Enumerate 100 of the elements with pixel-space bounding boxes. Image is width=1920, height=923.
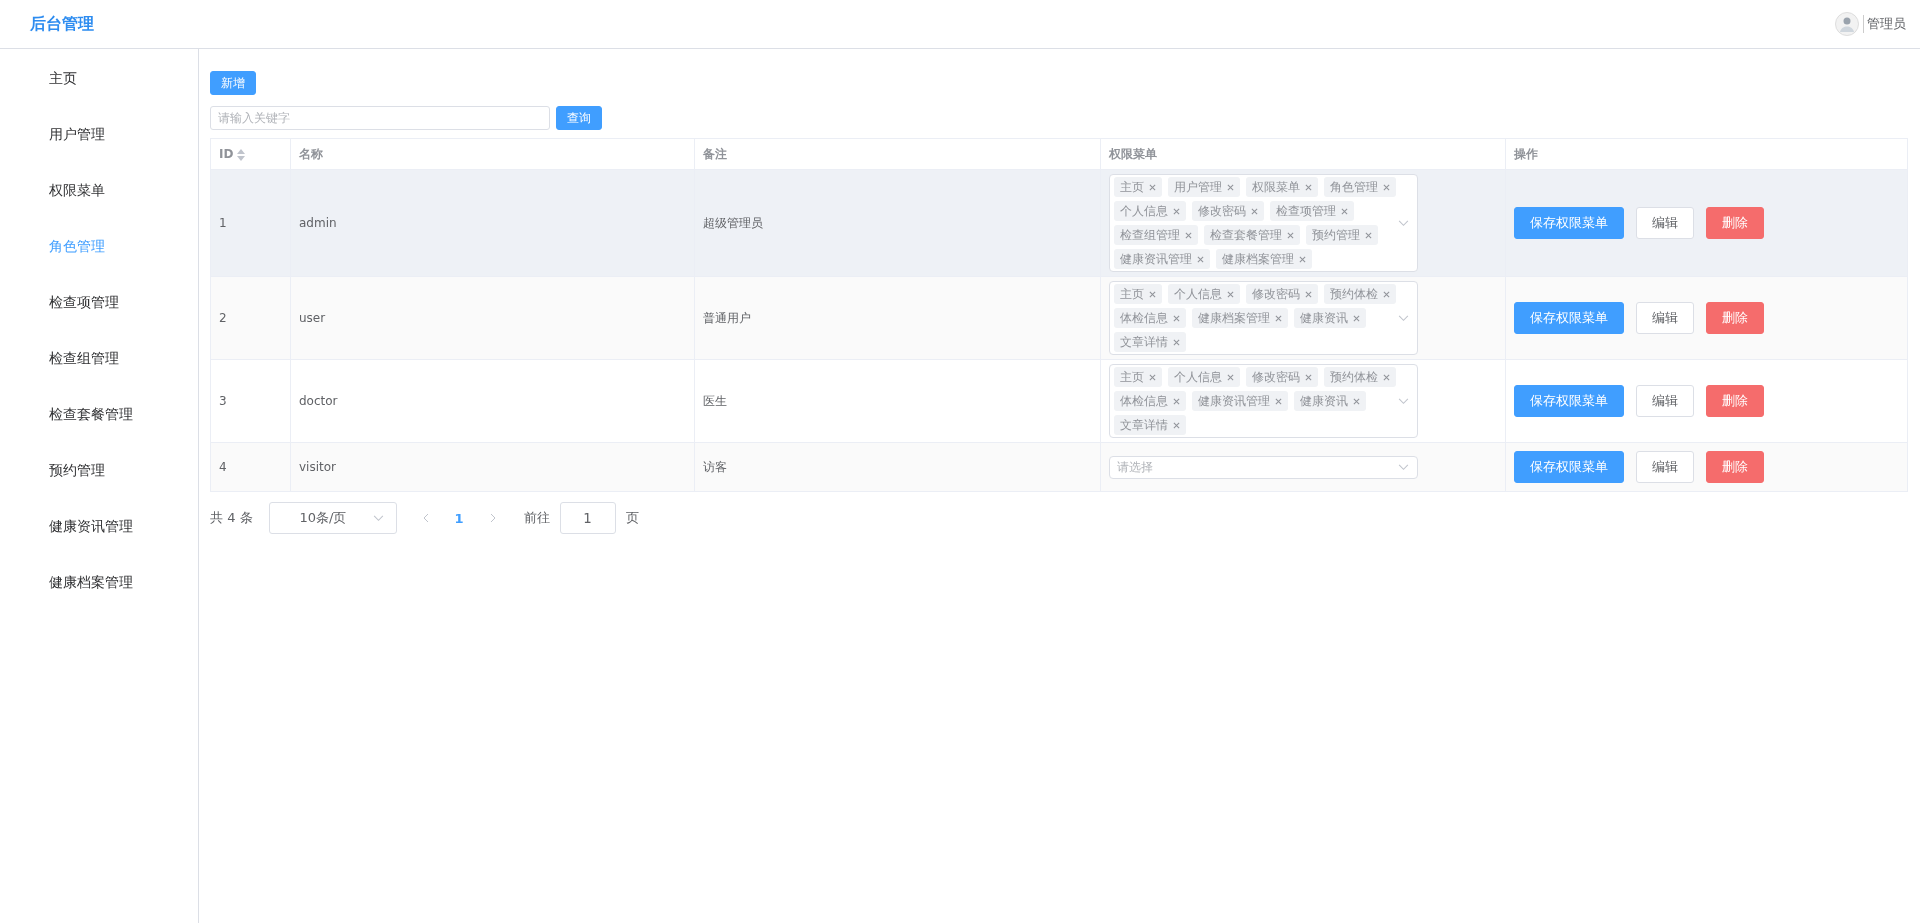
table-cell: 普通用户 (703, 310, 751, 325)
app-title: 后台管理 (30, 13, 94, 35)
menu-tag: 个人信息 (1114, 201, 1186, 221)
column-header: ID (219, 147, 234, 161)
menu-tag: 体检信息 (1114, 308, 1186, 328)
menu-tag: 健康资讯管理 (1192, 391, 1288, 411)
sort-icon[interactable] (237, 148, 246, 161)
user-name[interactable]: 管理员 (1863, 15, 1906, 33)
table-cell: doctor (299, 394, 338, 408)
caret-icon (372, 514, 384, 522)
page-suffix: 页 (625, 509, 639, 527)
caret-icon[interactable] (1398, 220, 1409, 227)
avatar-icon[interactable] (1835, 12, 1859, 36)
close-icon[interactable] (1353, 314, 1360, 322)
close-icon[interactable] (1185, 231, 1192, 239)
menu-tag: 主页 (1114, 367, 1162, 387)
menu-tag: 健康档案管理 (1192, 308, 1288, 328)
menu-tag: 健康资讯管理 (1114, 249, 1210, 269)
close-icon[interactable] (1299, 255, 1306, 263)
close-icon[interactable] (1365, 231, 1372, 239)
close-icon[interactable] (1305, 183, 1312, 191)
menu-tag: 检查项管理 (1270, 201, 1354, 221)
sidebar-item[interactable]: 检查套餐管理 (0, 395, 198, 451)
close-icon[interactable] (1173, 314, 1180, 322)
table-cell: 1 (219, 216, 227, 230)
table-cell: 访客 (703, 459, 727, 474)
menu-tag: 健康资讯 (1294, 391, 1366, 411)
menu-tag: 检查套餐管理 (1204, 225, 1300, 245)
caret-icon[interactable] (1398, 315, 1409, 322)
menu-tag: 角色管理 (1324, 177, 1396, 197)
close-icon[interactable] (1353, 397, 1360, 405)
menu-tag: 主页 (1114, 284, 1162, 304)
table-cell: 4 (219, 460, 227, 474)
table-cell: 超级管理员 (703, 215, 763, 230)
close-icon[interactable] (1251, 207, 1258, 215)
close-icon[interactable] (1173, 421, 1180, 429)
menu-tag: 个人信息 (1168, 367, 1240, 387)
column-header: 权限菜单 (1109, 146, 1157, 161)
menu-tag: 修改密码 (1192, 201, 1264, 221)
table-cell: 2 (219, 311, 227, 325)
edit-button[interactable]: 编辑 (1636, 451, 1694, 483)
edit-button[interactable]: 编辑 (1636, 385, 1694, 417)
search-field[interactable]: 请输入关键字 (210, 106, 550, 130)
column-header: 操作 (1514, 146, 1538, 161)
close-icon[interactable] (1341, 207, 1348, 215)
sidebar-item[interactable]: 检查项管理 (0, 283, 198, 339)
sidebar-item[interactable]: 健康档案管理 (0, 563, 198, 619)
menu-tag: 预约管理 (1306, 225, 1378, 245)
caret-icon[interactable] (1398, 464, 1409, 471)
page-size-select[interactable]: 10条/页 (268, 502, 397, 534)
close-icon[interactable] (1197, 255, 1204, 263)
close-icon[interactable] (1173, 207, 1180, 215)
close-icon[interactable] (1383, 290, 1390, 298)
caret-icon[interactable] (1398, 398, 1409, 405)
close-icon[interactable] (1173, 397, 1180, 405)
menu-tag: 预约体检 (1324, 284, 1396, 304)
menu-tag: 体检信息 (1114, 391, 1186, 411)
close-icon[interactable] (1275, 314, 1282, 322)
menu-tag: 健康档案管理 (1216, 249, 1312, 269)
close-icon[interactable] (1227, 290, 1234, 298)
menu-tag: 检查组管理 (1114, 225, 1198, 245)
menu-tag: 用户管理 (1168, 177, 1240, 197)
sidebar-item[interactable]: 健康资讯管理 (0, 507, 198, 563)
menu-tag: 主页 (1114, 177, 1162, 197)
page-input[interactable]: 1 (559, 502, 616, 534)
close-icon[interactable] (1383, 373, 1390, 381)
sidebar-item[interactable]: 用户管理 (0, 115, 198, 171)
menu-tag: 健康资讯 (1294, 308, 1366, 328)
close-icon[interactable] (1149, 373, 1156, 381)
table-cell: 医生 (703, 393, 727, 408)
menu-tag: 预约体检 (1324, 367, 1396, 387)
table-cell: admin (299, 216, 337, 230)
close-icon[interactable] (1227, 373, 1234, 381)
edit-button[interactable]: 编辑 (1636, 302, 1694, 334)
total-count: 共 4 条 (210, 509, 253, 527)
close-icon[interactable] (1149, 183, 1156, 191)
close-icon[interactable] (1305, 373, 1312, 381)
goto-label: 前往 (523, 509, 550, 527)
close-icon[interactable] (1173, 338, 1180, 346)
table-cell: user (299, 311, 326, 325)
menu-tag: 个人信息 (1168, 284, 1240, 304)
previous-page-icon[interactable] (422, 513, 429, 523)
close-icon[interactable] (1305, 290, 1312, 298)
sidebar-item[interactable]: 主页 (0, 59, 198, 115)
edit-button[interactable]: 编辑 (1636, 207, 1694, 239)
menu-tag: 文章详情 (1114, 415, 1186, 435)
column-header: 名称 (299, 146, 323, 161)
sidebar-item[interactable]: 预约管理 (0, 451, 198, 507)
close-icon[interactable] (1149, 290, 1156, 298)
sidebar-item[interactable]: 检查组管理 (0, 339, 198, 395)
next-page-icon[interactable] (489, 513, 496, 523)
close-icon[interactable] (1287, 231, 1294, 239)
menu-tag: 文章详情 (1114, 332, 1186, 352)
table-cell: visitor (299, 460, 336, 474)
close-icon[interactable] (1227, 183, 1234, 191)
close-icon[interactable] (1275, 397, 1282, 405)
column-header: 备注 (703, 146, 727, 161)
sidebar-item[interactable]: 权限菜单 (0, 171, 198, 227)
close-icon[interactable] (1383, 183, 1390, 191)
menu-tag: 权限菜单 (1246, 177, 1318, 197)
